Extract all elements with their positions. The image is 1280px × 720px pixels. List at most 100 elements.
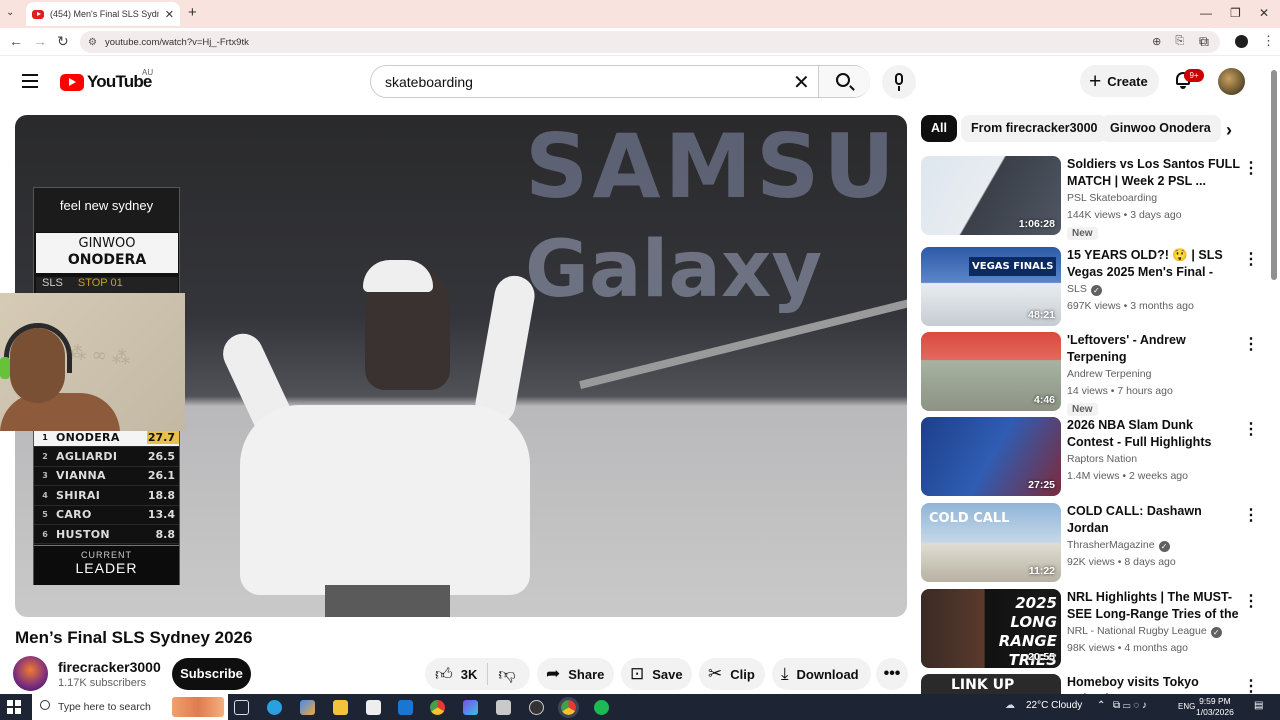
dislike-icon[interactable]: 👎︎ xyxy=(498,664,515,685)
rec-channel-row[interactable]: ThrasherMagazine ✓ xyxy=(1067,537,1242,554)
zoom-icon[interactable]: ⊕ xyxy=(1152,35,1161,48)
notification-center-icon[interactable]: ▤ xyxy=(1254,700,1263,711)
app-icon[interactable] xyxy=(463,700,478,715)
subscribe-button[interactable]: Subscribe xyxy=(172,658,251,690)
chrome-active-icon[interactable] xyxy=(558,697,579,718)
site-info-icon[interactable]: ⚙ xyxy=(88,37,97,48)
video-thumbnail[interactable]: VEGAS FINALS 48:21 xyxy=(921,247,1061,326)
rec-title[interactable]: 15 YEARS OLD?! 😲 | SLS Vegas 2025 Men's … xyxy=(1067,247,1242,281)
tab-list-icon[interactable]: ⌄ xyxy=(6,7,14,18)
taskbar-search-placeholder[interactable]: Type here to search xyxy=(58,701,151,713)
rec-title[interactable]: 2026 NBA Slam Dunk Contest - Full Highli… xyxy=(1067,417,1242,451)
browser-tab[interactable]: (454) Men's Final SLS Sydney 2026 ✕ xyxy=(26,2,180,26)
tab-close-icon[interactable]: ✕ xyxy=(165,8,174,21)
recommendation-item[interactable]: COLD CALL 11:22 COLD CALL: Dashawn Jorda… xyxy=(921,503,1266,583)
file-explorer-icon[interactable] xyxy=(333,700,348,715)
video-thumbnail[interactable]: 27:25 xyxy=(921,417,1061,496)
game-icon[interactable] xyxy=(496,700,511,715)
video-thumbnail[interactable]: 1:06:28 xyxy=(921,156,1061,235)
chevron-up-icon[interactable]: ⌃ xyxy=(1097,700,1105,711)
rec-channel[interactable]: PSL Skateboarding xyxy=(1067,190,1242,207)
chip-all[interactable]: All xyxy=(921,115,957,142)
restore-icon[interactable]: ❐ xyxy=(1230,6,1241,20)
weather-text[interactable]: 22°C Cloudy xyxy=(1026,700,1082,711)
extensions-icon[interactable]: ⧉ xyxy=(1199,33,1209,50)
rec-title[interactable]: NRL Highlights | The MUST-SEE Long-Range… xyxy=(1067,589,1242,623)
recommendation-item[interactable]: 4:46 'Leftovers' - Andrew Terpening Andr… xyxy=(921,332,1266,416)
chip-ginwoo-onodera[interactable]: Ginwoo Onodera xyxy=(1100,115,1221,142)
obs-icon[interactable] xyxy=(529,700,544,715)
install-icon[interactable]: ⎘ xyxy=(1175,35,1184,48)
menu-icon[interactable] xyxy=(22,74,38,88)
minimize-icon[interactable]: — xyxy=(1200,6,1212,20)
system-clock[interactable]: 9:59 PM 1/03/2026 xyxy=(1196,696,1234,718)
download-button[interactable]: ⤓ Download xyxy=(772,658,871,690)
rec-channel[interactable]: Andrew Terpening xyxy=(1067,366,1242,383)
page-scrollbar[interactable] xyxy=(1271,70,1277,280)
video-thumbnail[interactable]: 4:46 xyxy=(921,332,1061,411)
rec-title[interactable]: Soldiers vs Los Santos FULL MATCH | Week… xyxy=(1067,156,1242,190)
recommendation-item[interactable]: LINK UP Homeboy visits Tokyo Episode ⋮ xyxy=(921,674,1266,694)
like-count[interactable]: 3K xyxy=(461,667,478,682)
chip-from-channel[interactable]: From firecracker3000 xyxy=(961,115,1108,142)
tray-icons[interactable]: ⧉ ▭ ◌ ♪ xyxy=(1113,700,1147,711)
rec-title[interactable]: Homeboy visits Tokyo Episode xyxy=(1067,674,1242,694)
mail-icon[interactable] xyxy=(398,700,413,715)
chevron-right-icon[interactable]: › xyxy=(1226,120,1232,141)
spotify-icon[interactable] xyxy=(594,700,609,715)
youtube-logo[interactable]: YouTube xyxy=(60,72,152,92)
browser-profile-icon[interactable] xyxy=(1235,35,1248,48)
store-icon[interactable] xyxy=(366,700,381,715)
rec-channel-row[interactable]: NRL - National Rugby League ✓ xyxy=(1067,623,1242,640)
clip-button[interactable]: ✂ Clip xyxy=(699,658,765,690)
channel-avatar[interactable] xyxy=(13,656,48,691)
chrome-icon[interactable] xyxy=(430,700,445,715)
reload-icon[interactable]: ↻ xyxy=(57,33,69,50)
task-view-icon[interactable] xyxy=(234,700,249,715)
recommendation-item[interactable]: 2025 LONG RANGE TRIES 20:55 NRL Highligh… xyxy=(921,589,1266,669)
like-icon[interactable]: 👍︎ xyxy=(435,664,453,685)
account-avatar[interactable] xyxy=(1218,68,1245,95)
close-window-icon[interactable]: ✕ xyxy=(1259,6,1269,20)
browser-menu-icon[interactable]: ⋮ xyxy=(1262,33,1275,49)
clear-search-icon[interactable]: ✕ xyxy=(793,70,810,95)
more-vertical-icon[interactable]: ⋮ xyxy=(1243,419,1259,439)
url-box[interactable]: ⚙ youtube.com/watch?v=Hj_-Frtx9tk ⊕ ⎘ ☆ xyxy=(80,31,1220,53)
windows-start-icon[interactable] xyxy=(7,700,21,714)
more-vertical-icon[interactable]: ⋮ xyxy=(1243,334,1259,354)
more-vertical-icon[interactable]: ⋮ xyxy=(1243,676,1259,694)
rec-channel-row[interactable]: SLS ✓ xyxy=(1067,281,1242,298)
search-highlight-image[interactable] xyxy=(172,697,224,717)
video-thumbnail[interactable]: COLD CALL 11:22 xyxy=(921,503,1061,582)
more-vertical-icon[interactable]: ⋮ xyxy=(1243,591,1259,611)
more-vertical-icon[interactable]: ⋮ xyxy=(1243,505,1259,525)
search-input[interactable]: skateboarding xyxy=(385,74,473,90)
url-text[interactable]: youtube.com/watch?v=Hj_-Frtx9tk xyxy=(105,37,249,48)
recommendation-item[interactable]: 27:25 2026 NBA Slam Dunk Contest - Full … xyxy=(921,417,1266,497)
search-button[interactable] xyxy=(818,66,870,97)
channel-name[interactable]: firecracker3000 xyxy=(58,659,161,675)
create-button[interactable]: + Create xyxy=(1080,65,1159,97)
video-thumbnail[interactable]: LINK UP xyxy=(921,674,1061,694)
more-actions-button[interactable]: ••• xyxy=(876,658,908,690)
standings-row: 3 VIANNA 26.1 xyxy=(34,467,179,487)
recommendation-item[interactable]: VEGAS FINALS 48:21 15 YEARS OLD?! 😲 | SL… xyxy=(921,247,1266,327)
copilot-icon[interactable] xyxy=(300,700,315,715)
voice-search-button[interactable] xyxy=(882,65,916,99)
language-indicator[interactable]: ENG xyxy=(1178,702,1195,711)
forward-icon[interactable]: → xyxy=(33,33,47,49)
recommendation-item[interactable]: 1:06:28 Soldiers vs Los Santos FULL MATC… xyxy=(921,156,1266,240)
video-thumbnail[interactable]: 2025 LONG RANGE TRIES 20:55 xyxy=(921,589,1061,668)
save-button[interactable]: ⊡ Save xyxy=(621,658,692,690)
rec-title[interactable]: 'Leftovers' - Andrew Terpening xyxy=(1067,332,1242,366)
standings-row: 5 CARO 13.4 xyxy=(34,506,179,525)
back-icon[interactable]: ← xyxy=(9,33,23,49)
more-vertical-icon[interactable]: ⋮ xyxy=(1243,249,1259,269)
share-button[interactable]: ➦ Share xyxy=(537,658,614,690)
new-tab-icon[interactable]: + xyxy=(188,4,197,21)
rec-channel[interactable]: Raptors Nation xyxy=(1067,451,1242,468)
edge-icon[interactable] xyxy=(267,700,282,715)
more-vertical-icon[interactable]: ⋮ xyxy=(1243,158,1259,178)
search-box[interactable]: skateboarding ✕ xyxy=(370,65,870,98)
rec-title[interactable]: COLD CALL: Dashawn Jordan xyxy=(1067,503,1242,537)
